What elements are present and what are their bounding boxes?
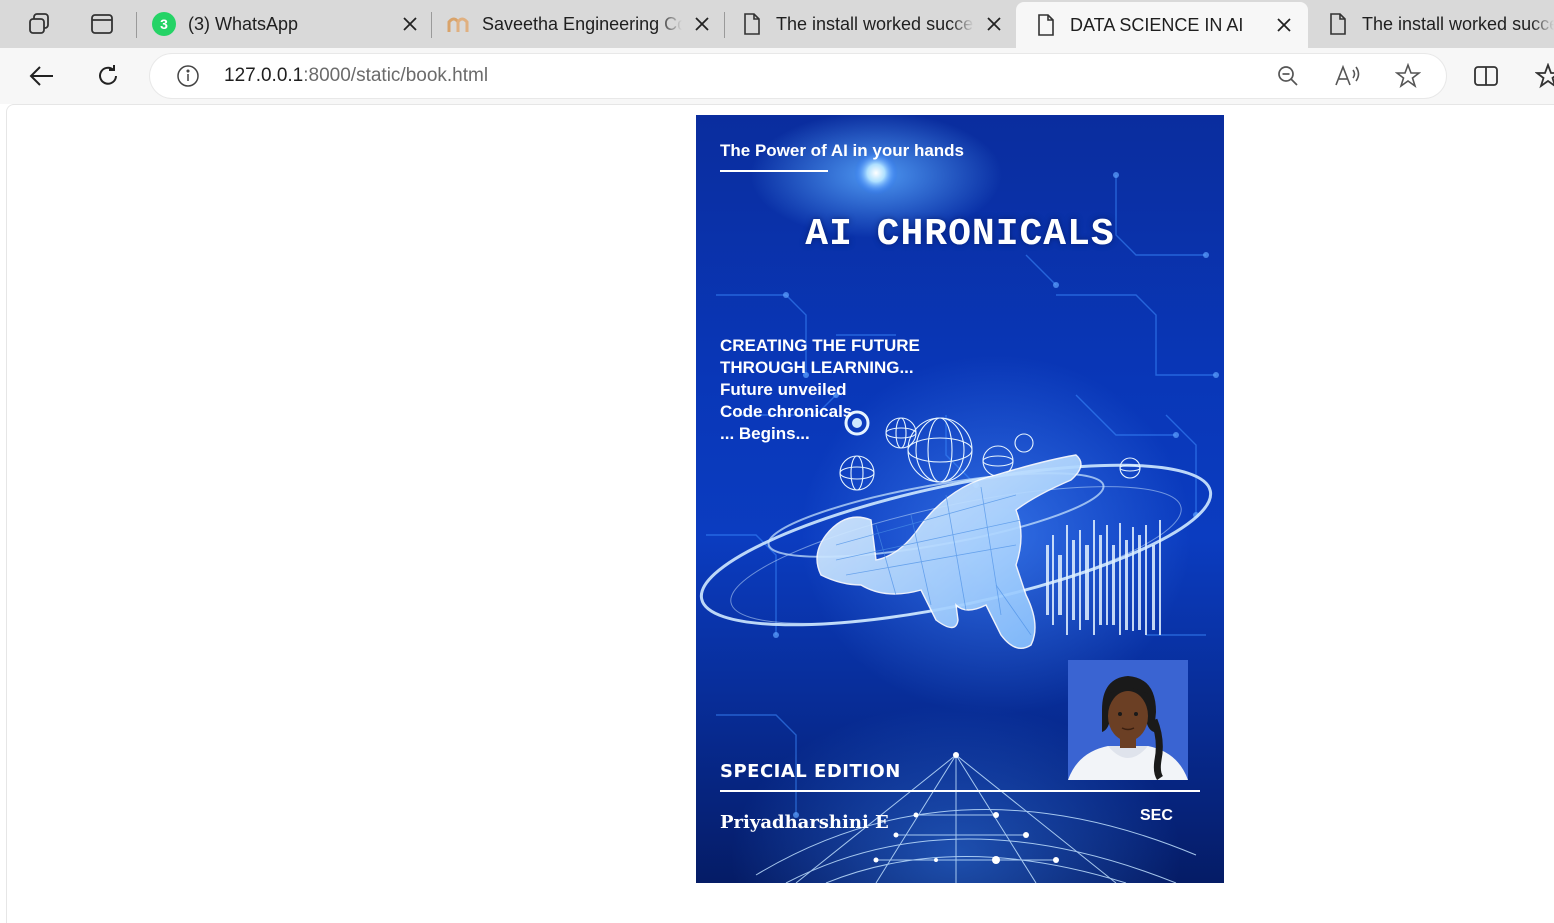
tab-separator bbox=[724, 12, 725, 38]
book-cover: The Power of AI in your hands AI CHRONIC… bbox=[696, 115, 1224, 883]
url-text[interactable]: 127.0.0.1:8000/static/book.html bbox=[224, 65, 488, 87]
tab-install-2[interactable]: The install worked successfully bbox=[1326, 0, 1554, 48]
edition-label: SPECIAL EDITION bbox=[720, 761, 901, 782]
tab-saveetha[interactable]: Saveetha Engineering College bbox=[446, 0, 716, 48]
close-icon[interactable] bbox=[396, 10, 424, 38]
blurb-line: ... Begins... bbox=[720, 424, 810, 443]
address-toolbar: 127.0.0.1:8000/static/book.html bbox=[0, 48, 1554, 104]
tab-strip: 3 (3) WhatsApp Saveetha Engineering Coll… bbox=[0, 0, 1554, 48]
page-icon bbox=[1326, 12, 1350, 36]
college-label: SEC bbox=[1140, 807, 1173, 824]
refresh-button[interactable] bbox=[90, 58, 126, 94]
tab-title: Saveetha Engineering College bbox=[482, 13, 682, 34]
tab-whatsapp[interactable]: 3 (3) WhatsApp bbox=[152, 0, 424, 48]
cover-blurb: CREATING THE FUTURE THROUGH LEARNING... … bbox=[720, 335, 920, 445]
author-photo bbox=[1068, 660, 1188, 780]
blurb-line: CREATING THE FUTURE bbox=[720, 336, 920, 355]
tab-title: The install worked successfully bbox=[1362, 13, 1554, 34]
tab-install-1[interactable]: The install worked successfully bbox=[740, 0, 1008, 48]
close-icon[interactable] bbox=[688, 10, 716, 38]
close-icon[interactable] bbox=[980, 10, 1008, 38]
favorite-star-icon[interactable] bbox=[1394, 62, 1422, 90]
url-host: 127.0.0.1 bbox=[224, 65, 304, 86]
edition-divider bbox=[720, 790, 1200, 792]
workspaces-icon[interactable] bbox=[25, 10, 53, 38]
split-screen-button[interactable] bbox=[1468, 58, 1504, 94]
blurb-line: Code chronicals bbox=[720, 402, 853, 421]
page-icon bbox=[1034, 13, 1058, 37]
blurb-line: Future unveiled bbox=[720, 380, 847, 399]
saveetha-icon bbox=[446, 12, 470, 36]
tab-title: DATA SCIENCE IN AI bbox=[1070, 14, 1244, 35]
url-path: :8000/static/book.html bbox=[303, 65, 489, 86]
author-name: Priyadharshini E bbox=[720, 812, 889, 833]
book-title: AI CHRONICALS bbox=[805, 213, 1115, 256]
tab-title: The install worked successfully bbox=[776, 13, 974, 34]
tab-separator bbox=[431, 12, 432, 38]
close-icon[interactable] bbox=[1270, 11, 1298, 39]
tab-separator bbox=[136, 12, 137, 38]
whatsapp-icon: 3 bbox=[152, 12, 176, 36]
tab-data-science[interactable]: DATA SCIENCE IN AI bbox=[1016, 2, 1308, 48]
tagline-underline bbox=[720, 170, 828, 172]
cover-tagline: The Power of AI in your hands bbox=[720, 141, 965, 160]
favorites-button[interactable] bbox=[1530, 58, 1554, 94]
page-icon bbox=[740, 12, 764, 36]
zoom-out-icon[interactable] bbox=[1274, 62, 1302, 90]
tab-title: (3) WhatsApp bbox=[188, 13, 299, 34]
address-bar[interactable]: 127.0.0.1:8000/static/book.html bbox=[150, 54, 1446, 98]
blurb-line: THROUGH LEARNING... bbox=[720, 358, 914, 377]
site-info-icon[interactable] bbox=[176, 64, 200, 88]
read-aloud-icon[interactable] bbox=[1334, 62, 1362, 90]
back-button[interactable] bbox=[24, 58, 60, 94]
tab-actions-icon[interactable] bbox=[88, 10, 116, 38]
